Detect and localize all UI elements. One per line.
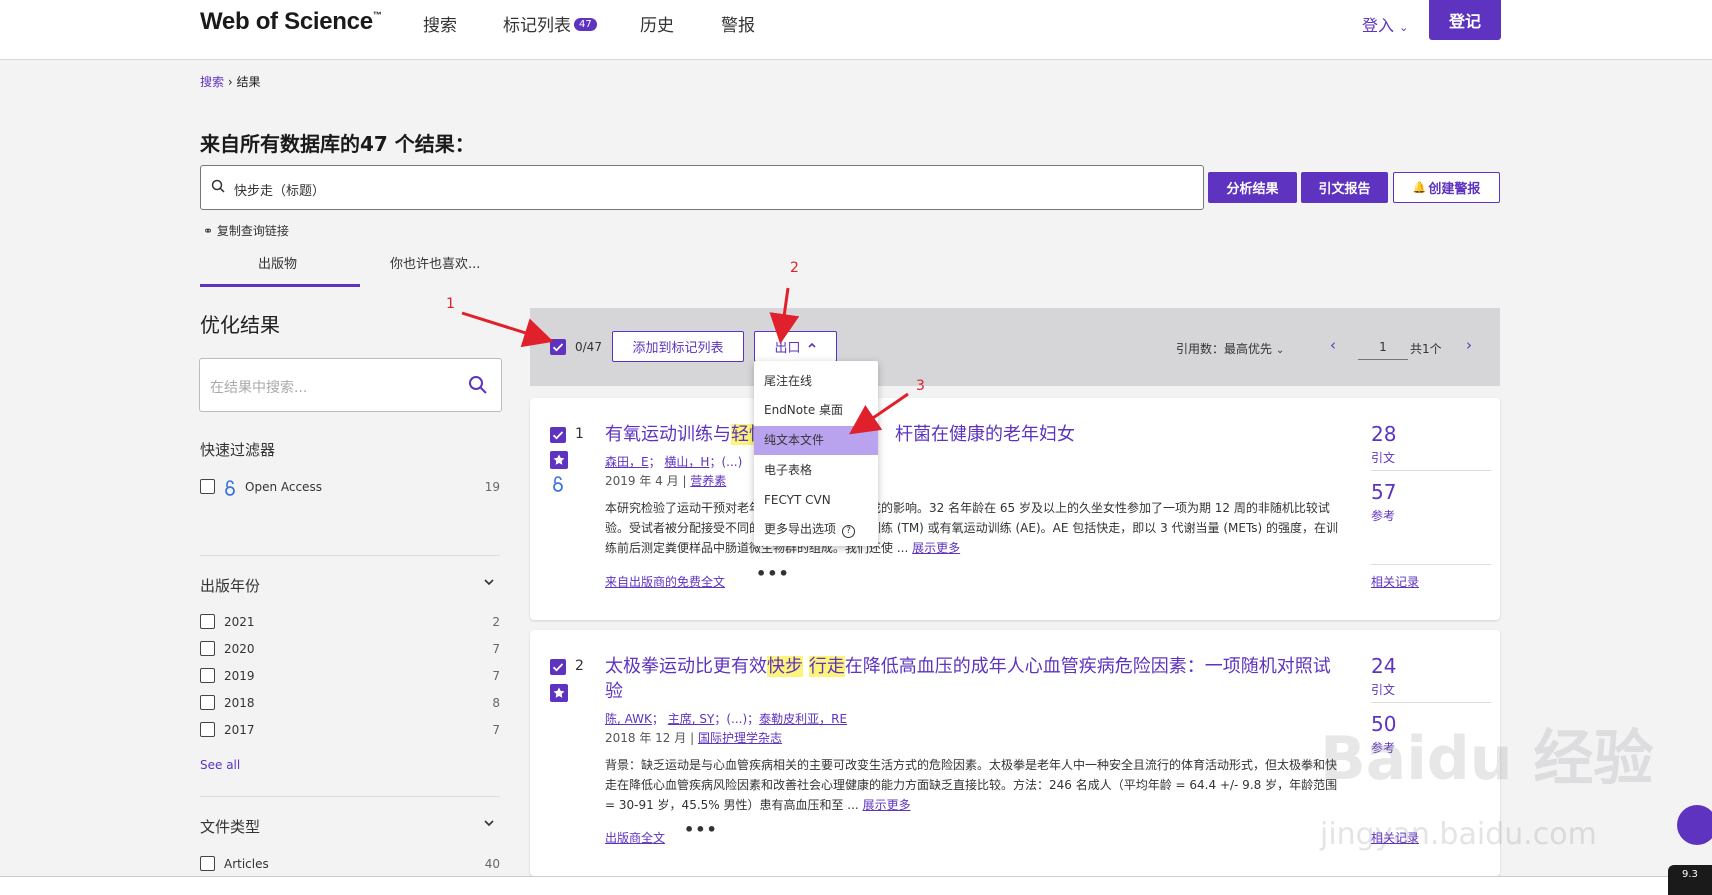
annotation-number-1: 1 (446, 296, 455, 312)
annotation-arrow-3 (849, 392, 909, 435)
annotation-arrow-2 (769, 287, 800, 344)
annotation-arrow-1 (461, 311, 554, 348)
browser-status-bar (0, 876, 1712, 895)
baidu-watermark-url: jingyan.baidu.com (1320, 817, 1597, 852)
baidu-watermark: Baidu 经验 (1320, 724, 1654, 794)
annotation-number-3: 3 (916, 378, 925, 394)
annotation-number-2: 2 (790, 260, 799, 276)
help-widget[interactable] (1677, 805, 1712, 845)
speed-widget[interactable]: 9.3 (1668, 865, 1712, 895)
